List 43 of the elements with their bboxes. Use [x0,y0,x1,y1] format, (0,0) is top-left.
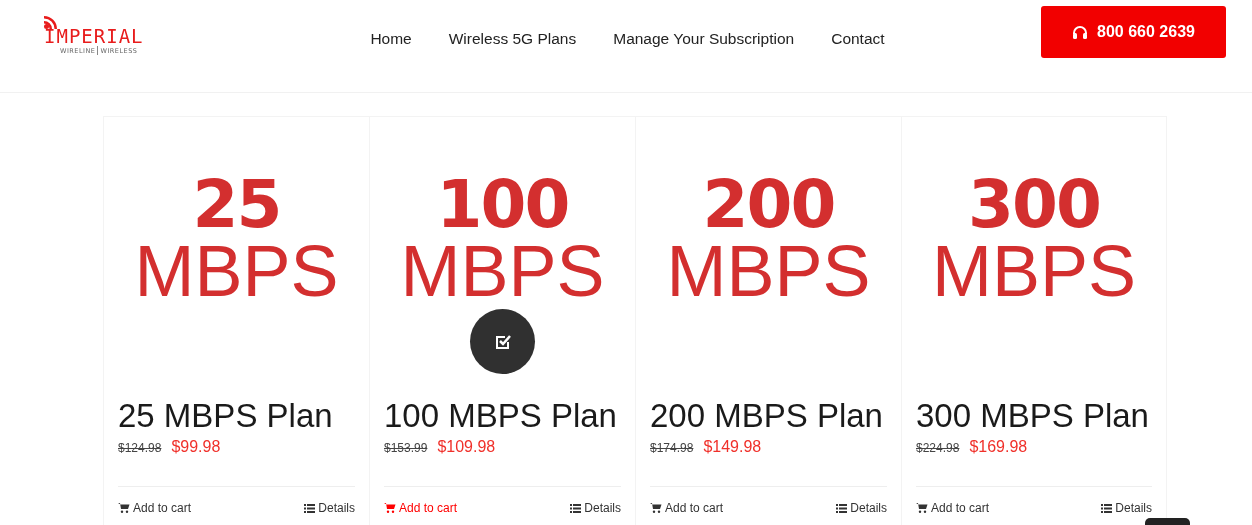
product-title[interactable]: 300 MBPS Plan [916,396,1152,436]
list-icon [836,503,848,513]
product-title[interactable]: 25 MBPS Plan [118,396,355,436]
list-icon [1101,503,1113,513]
speed-number: 25 [192,173,281,236]
sale-price: $169.98 [969,438,1028,456]
product-title[interactable]: 200 MBPS Plan [650,396,887,436]
old-price: $153.99 [384,441,428,455]
details-link[interactable]: Details [1101,501,1152,515]
details-link[interactable]: Details [570,501,621,515]
speed-number: 200 [702,173,835,236]
speed-unit: MBPS [931,235,1136,306]
list-icon [570,503,582,513]
add-to-cart-link[interactable]: Add to cart [650,501,724,515]
add-to-cart-link[interactable]: Add to cart [384,501,458,515]
headset-icon [1072,25,1089,39]
sale-price: $99.98 [171,438,221,456]
speed-unit: MBPS [400,235,605,306]
phone-button[interactable]: 800 660 2639 [1041,6,1226,58]
logo-wordmark[interactable]: IMPERIAL [44,26,184,46]
nav-link[interactable]: Home [370,30,412,48]
list-icon [304,503,316,513]
nav-link[interactable]: Manage Your Subscription [613,30,795,48]
cart-icon [384,503,396,513]
details-link[interactable]: Details [836,501,887,515]
speed-unit: MBPS [666,235,871,306]
cart-icon [916,503,928,513]
sale-price: $149.98 [703,438,762,456]
add-to-cart-link[interactable]: Add to cart [118,501,192,515]
nav-link[interactable]: Wireless 5G Plans [448,30,577,48]
speed-number: 300 [968,173,1100,236]
speed-number: 100 [436,173,569,236]
add-to-cart-link[interactable]: Add to cart [916,501,990,515]
cart-icon [650,503,662,513]
nav-link[interactable]: Contact [831,30,885,48]
speed-unit: MBPS [134,235,339,306]
product-title[interactable]: 100 MBPS Plan [384,396,621,436]
old-price: $174.98 [650,441,694,455]
details-link[interactable]: Details [304,501,355,515]
sale-price: $109.98 [437,438,496,456]
old-price: $224.98 [916,441,960,455]
old-price: $124.98 [118,441,162,455]
cart-icon [118,503,130,513]
